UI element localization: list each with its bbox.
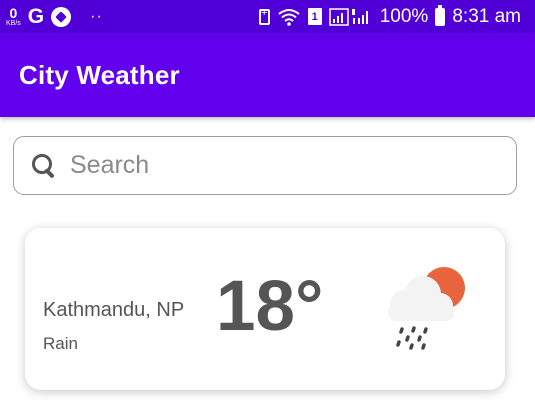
temperature: 18°	[216, 267, 324, 346]
battery-saver-icon	[258, 7, 270, 25]
google-icon: G	[27, 4, 45, 28]
status-bar-right: 1 100% 8:31 am	[258, 4, 521, 28]
app-bar: City Weather	[0, 33, 535, 117]
signal-strength-icon	[328, 7, 373, 27]
soccer-ball-icon	[51, 6, 72, 27]
sim-1-icon: 1	[307, 8, 322, 25]
battery-icon	[435, 4, 446, 26]
rain-sun-cloud-icon	[388, 267, 465, 350]
wifi-icon	[277, 8, 301, 26]
app-title: City Weather	[19, 59, 180, 90]
network-speed-unit: KB/s	[6, 20, 21, 27]
clock: 8:31 am	[452, 5, 521, 27]
network-speed-value: 0	[9, 5, 18, 21]
search-input[interactable]	[70, 151, 470, 180]
status-bar-left: 0 KB/s G ··	[6, 5, 103, 29]
status-bar: 0 KB/s G ·· 1	[0, 0, 535, 33]
search-box[interactable]	[13, 136, 517, 195]
search-icon	[30, 152, 58, 180]
weather-condition: Rain	[43, 334, 78, 353]
more-notifications-icon: ··	[90, 7, 103, 25]
city-name: Kathmandu, NP	[43, 299, 185, 321]
battery-percentage: 100%	[379, 5, 429, 27]
weather-card[interactable]: Kathmandu, NP Rain 18°	[25, 228, 505, 390]
network-speed-indicator: 0 KB/s	[6, 6, 21, 27]
